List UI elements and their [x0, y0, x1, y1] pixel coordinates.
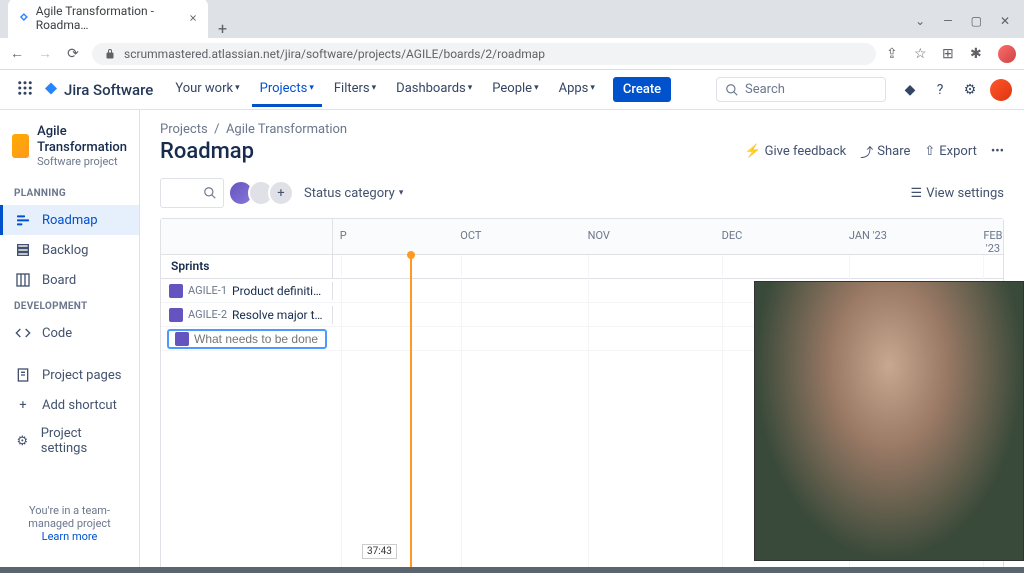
maximize-icon[interactable]: ▢ [971, 14, 982, 28]
address-bar: ← → ⟳ scrummastered.atlassian.net/jira/s… [0, 38, 1024, 70]
month-label: P [340, 229, 347, 242]
add-people-button[interactable]: + [268, 180, 294, 206]
project-type: Software project [37, 155, 127, 168]
epic-summary: Product definition and alignment [232, 284, 324, 298]
video-timestamp: 37:43 [362, 544, 397, 559]
lock-icon [104, 48, 116, 60]
breadcrumb-project[interactable]: Agile Transformation [226, 122, 347, 137]
status-category-filter[interactable]: Status category▾ [304, 186, 403, 201]
view-settings-button[interactable]: ☰View settings [911, 186, 1004, 201]
project-sidebar: Agile Transformation Software project PL… [0, 110, 140, 567]
notifications-icon[interactable]: ◆ [900, 80, 920, 100]
browser-tab-strip: Agile Transformation - Roadma… + ⌄ — ▢ ✕ [0, 0, 1024, 38]
filter-search[interactable] [160, 178, 224, 208]
jira-favicon [18, 11, 30, 25]
project-header[interactable]: Agile Transformation Software project [0, 124, 139, 182]
epic-key: AGILE-2 [188, 308, 227, 321]
back-button[interactable]: ← [8, 45, 26, 62]
browser-tab[interactable]: Agile Transformation - Roadma… [8, 0, 208, 38]
nav-filters[interactable]: Filters▾ [326, 73, 384, 107]
sidebar-item-code[interactable]: Code [0, 318, 139, 348]
jira-top-nav: Jira Software Your work▾ Projects▾ Filte… [0, 70, 1024, 110]
epic-type-icon[interactable] [175, 332, 189, 346]
url-text: scrummastered.atlassian.net/jira/softwar… [124, 47, 545, 61]
more-menu[interactable]: ••• [991, 144, 1004, 159]
window-controls: ⌄ — ▢ ✕ [915, 14, 1016, 38]
learn-more-link[interactable]: Learn more [42, 530, 98, 543]
taskbar [0, 567, 1024, 573]
project-icon [12, 134, 29, 158]
gear-icon: ⚙ [14, 432, 31, 450]
chevron-down-icon[interactable]: ⌄ [915, 14, 925, 28]
share-button[interactable]: ⤴Share [860, 142, 910, 161]
jira-icon [42, 81, 60, 99]
app-switcher-icon[interactable] [12, 75, 38, 105]
close-icon[interactable] [188, 12, 198, 24]
breadcrumb-projects[interactable]: Projects [160, 122, 208, 137]
webcam-overlay [754, 281, 1024, 561]
settings-icon[interactable]: ⚙ [960, 80, 980, 100]
backlog-icon [14, 241, 32, 259]
create-epic-input[interactable] [194, 332, 319, 346]
puzzle-icon[interactable]: ✱ [970, 46, 986, 62]
today-line [410, 255, 412, 567]
group-development: DEVELOPMENT [0, 295, 139, 318]
pages-icon [14, 366, 32, 384]
star-icon[interactable]: ☆ [914, 46, 930, 62]
new-tab-button[interactable]: + [208, 19, 237, 38]
jira-logo[interactable]: Jira Software [42, 81, 153, 99]
nav-apps[interactable]: Apps▾ [551, 73, 603, 107]
sidebar-item-backlog[interactable]: Backlog [0, 235, 139, 265]
plus-icon: + [14, 396, 32, 414]
board-icon [14, 271, 32, 289]
share-icon[interactable]: ⇪ [886, 46, 902, 62]
epic-icon [169, 284, 183, 298]
global-search[interactable]: Search [716, 77, 886, 102]
search-icon [725, 83, 739, 97]
main-content: Projects / Agile Transformation Roadmap … [140, 110, 1024, 567]
month-label: OCT [460, 229, 481, 242]
sprints-header: Sprints [161, 255, 333, 278]
sidebar-item-roadmap[interactable]: Roadmap [0, 205, 139, 235]
sidebar-item-project-pages[interactable]: Project pages [0, 360, 139, 390]
profile-avatar[interactable] [998, 45, 1016, 63]
tab-title: Agile Transformation - Roadma… [36, 4, 182, 32]
forward-button[interactable]: → [36, 45, 54, 62]
minimize-icon[interactable]: — [943, 14, 952, 28]
group-planning: PLANNING [0, 182, 139, 205]
project-name: Agile Transformation [37, 124, 127, 155]
sidebar-item-board[interactable]: Board [0, 265, 139, 295]
sidebar-item-add-shortcut[interactable]: + Add shortcut [0, 390, 139, 420]
epic-icon [169, 308, 183, 322]
page-title: Roadmap [160, 139, 254, 164]
roadmap-icon [14, 211, 32, 229]
assignee-filter[interactable]: + [234, 180, 294, 206]
nav-projects[interactable]: Projects▾ [252, 73, 322, 107]
export-button[interactable]: ⇧Export [924, 144, 976, 159]
code-icon [14, 324, 32, 342]
help-icon[interactable]: ? [930, 80, 950, 100]
nav-your-work[interactable]: Your work▾ [167, 73, 247, 107]
month-label: NOV [588, 229, 610, 242]
sidebar-item-project-settings[interactable]: ⚙ Project settings [0, 420, 139, 462]
reload-button[interactable]: ⟳ [64, 46, 82, 62]
create-button[interactable]: Create [613, 77, 671, 102]
today-marker [407, 251, 415, 259]
extension-icon[interactable]: ⊞ [942, 46, 958, 62]
month-label: FEB '23 [983, 229, 1003, 255]
user-avatar[interactable] [990, 79, 1012, 101]
epic-key: AGILE-1 [188, 284, 227, 297]
breadcrumb: Projects / Agile Transformation [160, 122, 1004, 137]
url-input[interactable]: scrummastered.atlassian.net/jira/softwar… [92, 43, 876, 65]
close-window-icon[interactable]: ✕ [1000, 14, 1010, 28]
epic-summary: Resolve major technical debt [232, 308, 324, 322]
month-label: DEC [722, 229, 743, 242]
search-icon [203, 186, 217, 200]
nav-people[interactable]: People▾ [484, 73, 546, 107]
sidebar-footer: You're in a team-managed project Learn m… [0, 494, 139, 553]
give-feedback-button[interactable]: ⚡Give feedback [744, 144, 846, 159]
timeline-months: P OCT NOV DEC JAN '23 FEB '23 [333, 219, 1003, 254]
nav-dashboards[interactable]: Dashboards▾ [388, 73, 480, 107]
month-label: JAN '23 [849, 229, 887, 242]
